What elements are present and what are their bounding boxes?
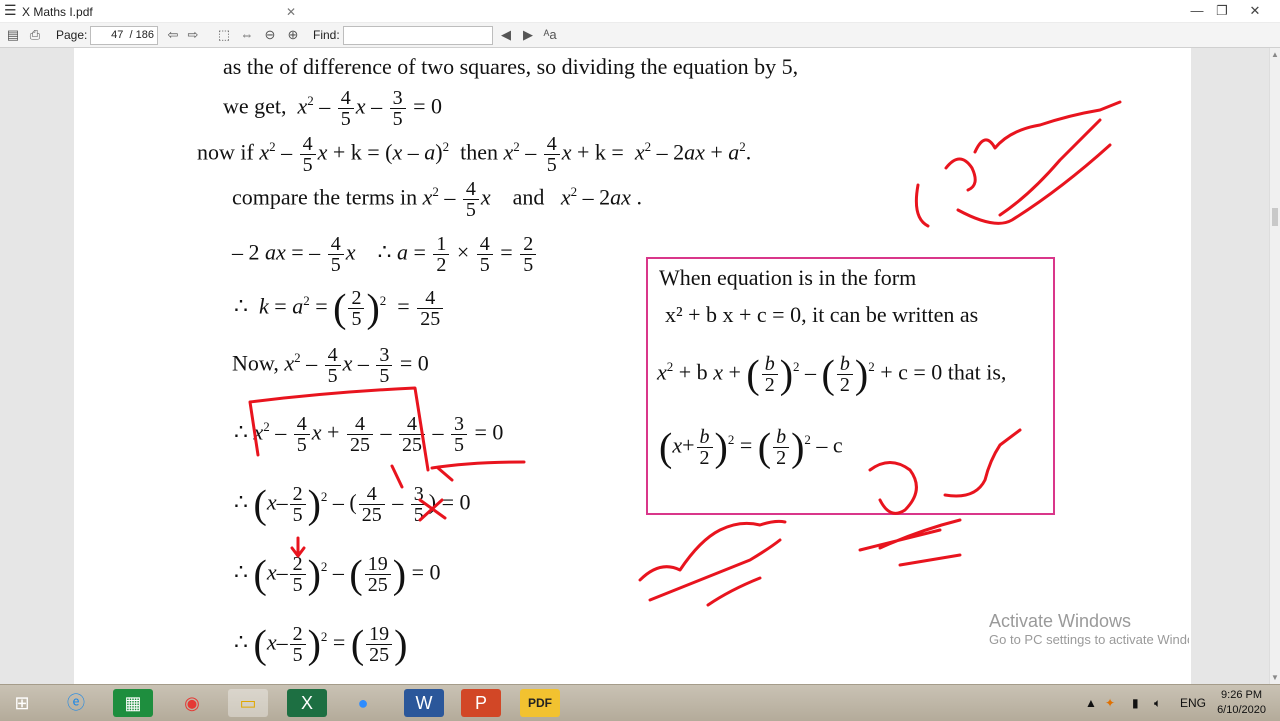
document-tab[interactable]: X Maths I.pdf ✕ xyxy=(22,2,302,22)
language-indicator[interactable]: ENG xyxy=(1180,685,1206,721)
restore-button[interactable]: ❐ xyxy=(1207,0,1237,22)
find-label: Find: xyxy=(313,28,340,42)
scroll-up-icon[interactable]: ▲ xyxy=(1271,50,1279,59)
powerpoint-icon[interactable]: P xyxy=(461,689,501,717)
text-line-1: as the of difference of two squares, so … xyxy=(223,54,799,79)
equation-line-4: compare the terms in x2 – 45x and x2 – 2… xyxy=(232,178,642,221)
equation-line-7: Now, x2 – 45x – 35 = 0 xyxy=(232,344,429,387)
zoom-app-icon[interactable]: ● xyxy=(343,689,383,717)
spreadsheet-app-icon[interactable]: ▦ xyxy=(113,689,153,717)
formula-box: When equation is in the form x² + b x + … xyxy=(646,257,1055,515)
clock-time: 9:26 PM xyxy=(1221,689,1263,701)
toolbar: ▤ ⎙ Page: 47 / 186 ⇦ ⇨ ⬚ ⇔ ⊖ ⊕ Find: ◀ ▶… xyxy=(0,23,1280,48)
box-line-4: (x+ b 2)2 = (b 2)2 – c xyxy=(659,424,843,470)
internet-explorer-icon[interactable]: ⓔ xyxy=(56,689,96,717)
start-button-icon[interactable]: ⊞ xyxy=(2,689,42,717)
excel-icon[interactable]: X xyxy=(287,689,327,717)
equation-line-6: ∴ k = a2 = (2 5)2 = 4 25 xyxy=(234,288,445,329)
document-viewer[interactable]: as the of difference of two squares, so … xyxy=(0,48,1270,684)
tray-app-icon[interactable]: ✦ xyxy=(1105,685,1115,721)
find-input[interactable] xyxy=(343,26,493,45)
tray-up-icon[interactable]: ▲ xyxy=(1085,685,1097,721)
clock[interactable]: 9:26 PM 6/10/2020 xyxy=(1217,688,1266,718)
taskbar: ⊞ ⓔ ▦ ◉ ▭ X ● W P PDF ▲ ✦ ▮ 🔈︎ ENG 9:26 … xyxy=(0,684,1280,721)
word-icon[interactable]: W xyxy=(404,689,444,717)
equation-line-2: we get, x2 – 45x – 35 = 0 xyxy=(223,87,442,130)
box-line-2: x² + b x + c = 0, it can be written as xyxy=(665,302,979,327)
title-bar: ☰ X Maths I.pdf ✕ — ❐ ✕ xyxy=(0,0,1280,23)
close-button[interactable]: ✕ xyxy=(1240,0,1270,22)
fit-width-icon[interactable]: ⇔ xyxy=(239,27,255,43)
equation-line-11: ∴ (x– 2 5)2 = (19 25) xyxy=(234,621,408,667)
equation-line-3: now if x2 – 45x + k = (x – a)2 then x2 –… xyxy=(197,133,752,176)
scroll-down-icon[interactable]: ▼ xyxy=(1271,673,1279,682)
open-icon[interactable]: ▤ xyxy=(5,27,21,43)
vertical-scrollbar[interactable]: ▲ ▼ xyxy=(1269,48,1280,684)
chrome-icon[interactable]: ◉ xyxy=(172,689,212,717)
network-icon[interactable]: ▮ xyxy=(1132,685,1139,721)
page-current: 47 xyxy=(111,29,124,41)
zoom-in-icon[interactable]: ⊕ xyxy=(285,27,301,43)
file-explorer-icon[interactable]: ▭ xyxy=(228,689,268,717)
equation-line-10: ∴ (x– 2 5)2 – (19 25) = 0 xyxy=(234,551,441,597)
zoom-out-icon[interactable]: ⊖ xyxy=(262,27,278,43)
tab-title: X Maths I.pdf xyxy=(22,5,93,19)
pdf-reader-icon[interactable]: PDF xyxy=(520,689,560,717)
volume-icon[interactable]: 🔈︎ xyxy=(1154,685,1161,721)
prev-match-icon[interactable]: ◀ xyxy=(498,27,514,43)
equation-line-9: ∴ (x– 2 5)2 – (4 25 – 3 5) = 0 xyxy=(234,481,471,527)
scroll-thumb[interactable] xyxy=(1272,208,1278,226)
equation-line-5: – 2 ax = – 45x ∴ a = 12 × 45 = 25 xyxy=(232,234,538,275)
next-match-icon[interactable]: ▶ xyxy=(520,27,536,43)
hamburger-menu-icon[interactable]: ☰ xyxy=(4,3,18,17)
page-total: / 186 xyxy=(129,29,154,41)
equation-line-8: ∴ x2 – 45x + 4 25 – 4 25 – 35 = 0 xyxy=(234,413,504,456)
fit-page-icon[interactable]: ⬚ xyxy=(216,27,232,43)
box-line-3: x2 + b x + (b 2)2 – (b 2)2 + c = 0 that is… xyxy=(657,351,1007,397)
clock-date: 6/10/2020 xyxy=(1217,704,1266,716)
forward-icon[interactable]: ⇨ xyxy=(185,27,201,43)
page-number-input[interactable]: 47 / 186 xyxy=(90,26,158,45)
activate-windows-watermark: Activate Windows Go to PC settings to ac… xyxy=(989,611,1189,647)
back-icon[interactable]: ⇦ xyxy=(165,27,181,43)
box-line-1: When equation is in the form xyxy=(659,265,917,290)
tab-close-icon[interactable]: ✕ xyxy=(286,2,296,22)
page-label: Page: xyxy=(56,28,88,42)
print-icon[interactable]: ⎙ xyxy=(27,27,43,43)
match-case-icon[interactable]: ᴬa xyxy=(542,27,558,43)
